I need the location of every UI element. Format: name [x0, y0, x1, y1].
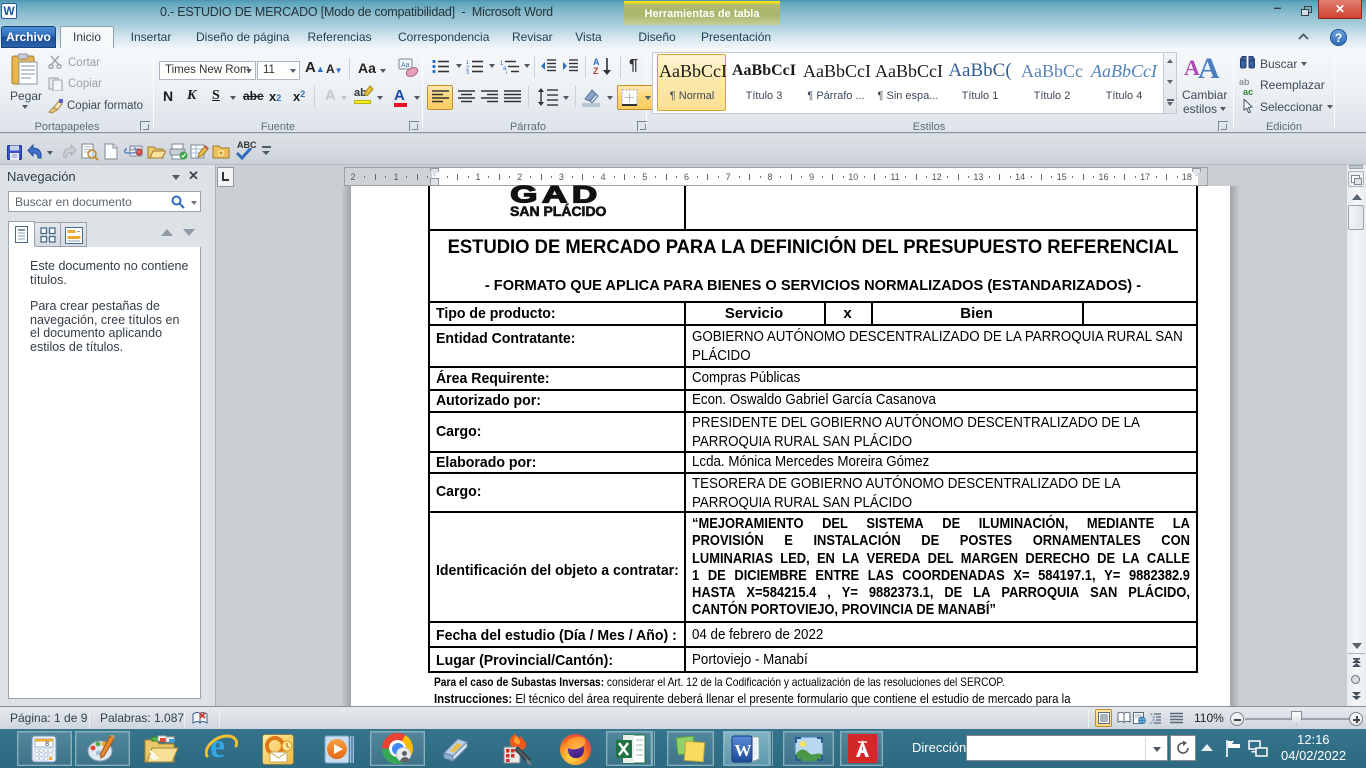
svg-text:i: i	[506, 71, 507, 74]
svg-text:W: W	[735, 741, 752, 760]
svg-text:3: 3	[466, 70, 469, 74]
svg-text:Aa: Aa	[401, 62, 410, 69]
svg-text:8: 8	[45, 741, 49, 749]
